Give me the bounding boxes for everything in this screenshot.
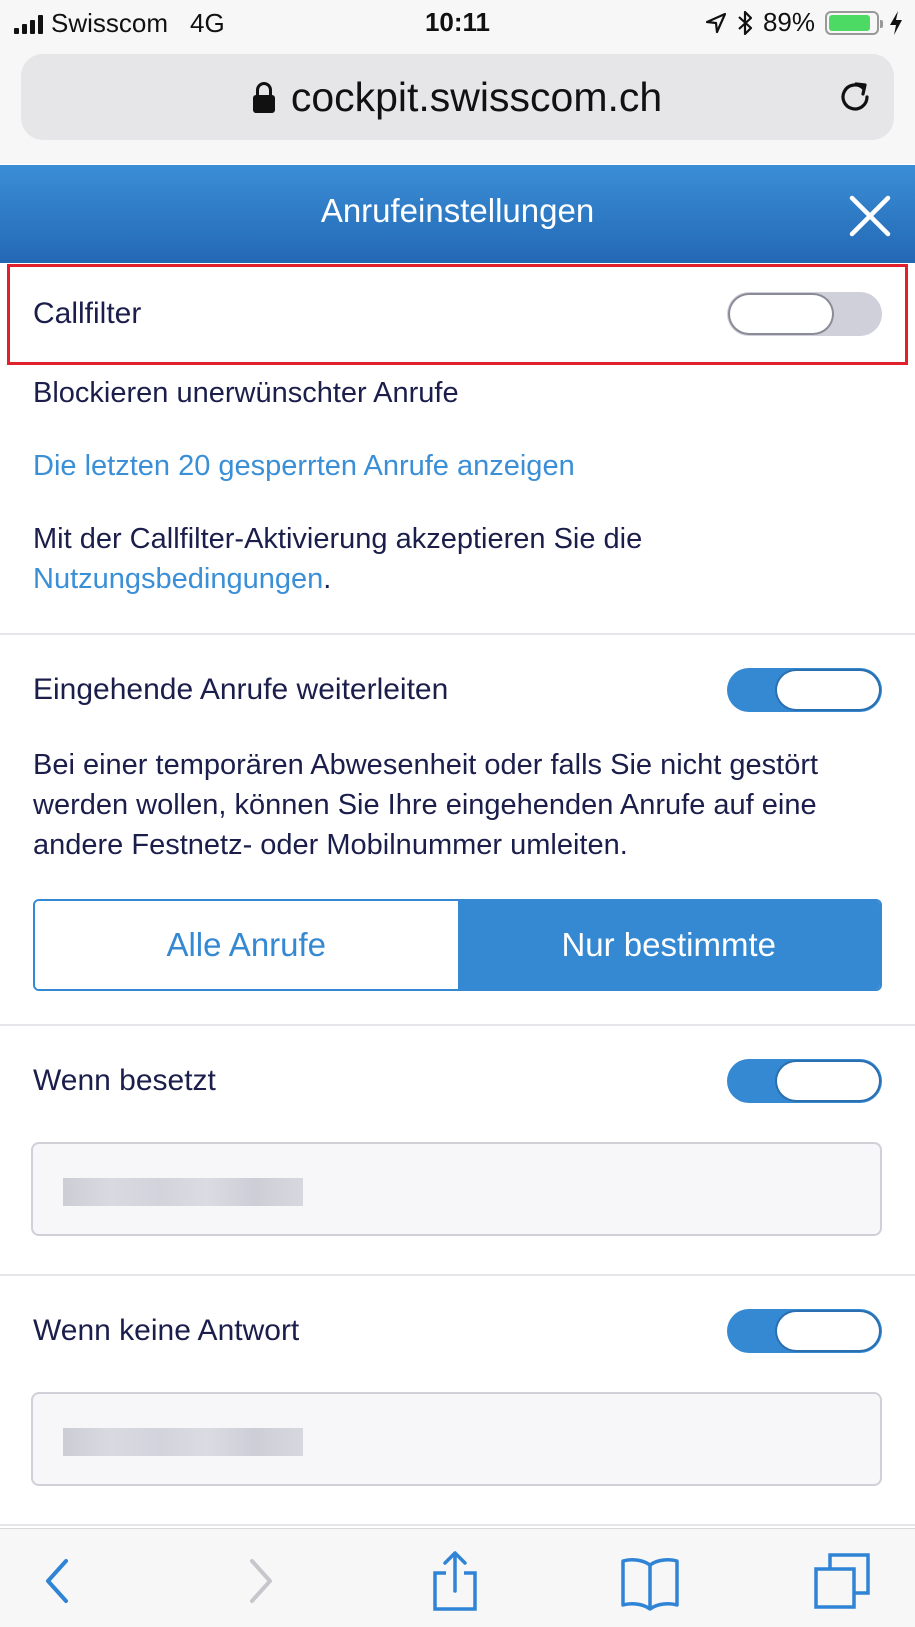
divider xyxy=(0,1274,915,1276)
forwarding-label: Eingehende Anrufe weiterleiten xyxy=(33,673,449,706)
when-no-answer-row: Wenn keine Antwort xyxy=(33,1309,882,1353)
url-bar[interactable]: cockpit.swisscom.ch xyxy=(21,54,894,140)
url-text: cockpit.swisscom.ch xyxy=(290,74,663,120)
lock-icon xyxy=(252,82,275,113)
when-busy-number-field[interactable] xyxy=(31,1142,882,1236)
page-title: Anrufeinstellungen xyxy=(320,192,595,229)
toggle-knob xyxy=(777,1312,879,1350)
toggle-knob xyxy=(777,1062,879,1100)
status-right: 89% xyxy=(705,7,903,38)
bluetooth-icon xyxy=(738,10,753,35)
charging-icon xyxy=(890,10,902,35)
when-no-answer-label: Wenn keine Antwort xyxy=(33,1314,300,1347)
terms-suffix: . xyxy=(323,563,332,595)
browser-url-area: cockpit.swisscom.ch xyxy=(0,46,915,164)
bookmarks-icon[interactable] xyxy=(620,1551,680,1611)
terms-prefix: Mit der Callfilter-Aktivierung akzeptier… xyxy=(33,523,643,555)
reload-icon[interactable] xyxy=(836,78,874,116)
forwarding-toggle[interactable] xyxy=(727,668,882,712)
callfilter-row: Callfilter xyxy=(33,292,882,336)
forwarding-description: Bei einer temporären Abwesenheit oder fa… xyxy=(33,749,819,861)
option-specific-calls[interactable]: Nur bestimmte xyxy=(457,901,880,989)
blocked-calls-link[interactable]: Die letzten 20 gesperrten Anrufe anzeige… xyxy=(33,446,885,486)
option-all-calls[interactable]: Alle Anrufe xyxy=(35,901,458,989)
terms-link[interactable]: Nutzungsbedingungen xyxy=(33,563,323,595)
callfilter-label: Callfilter xyxy=(33,297,142,330)
redacted-number xyxy=(63,1178,303,1206)
callfilter-terms-text: Mit der Callfilter-Aktivierung akzeptier… xyxy=(33,519,885,599)
browser-toolbar xyxy=(0,1528,915,1627)
when-no-answer-number-field[interactable] xyxy=(31,1392,882,1486)
forwarding-row: Eingehende Anrufe weiterleiten xyxy=(33,668,882,712)
forward-icon[interactable] xyxy=(230,1551,290,1611)
when-busy-toggle[interactable] xyxy=(727,1059,882,1103)
forwarding-mode-selector: Alle Anrufe Nur bestimmte xyxy=(33,899,882,991)
divider xyxy=(0,633,915,635)
back-icon[interactable] xyxy=(28,1551,88,1611)
page-header: Anrufeinstellungen xyxy=(0,165,915,263)
share-icon[interactable] xyxy=(425,1551,485,1611)
battery-fill xyxy=(829,14,870,31)
close-icon[interactable] xyxy=(849,195,891,237)
toggle-knob xyxy=(730,295,832,333)
callfilter-description: Blockieren unerwünschter Anrufe xyxy=(33,377,459,409)
redacted-number xyxy=(63,1428,303,1456)
divider xyxy=(0,1524,915,1526)
callfilter-toggle[interactable] xyxy=(727,292,882,336)
when-no-answer-toggle[interactable] xyxy=(727,1309,882,1353)
toggle-knob xyxy=(777,671,879,709)
status-bar: Swisscom 4G 10:11 89% xyxy=(0,0,915,46)
divider xyxy=(0,1024,915,1026)
location-icon xyxy=(705,12,727,33)
url-display[interactable]: cockpit.swisscom.ch xyxy=(21,74,894,121)
when-busy-label: Wenn besetzt xyxy=(33,1064,216,1097)
tabs-icon[interactable] xyxy=(812,1551,872,1611)
when-busy-row: Wenn besetzt xyxy=(33,1059,882,1103)
battery-percent: 89% xyxy=(762,7,815,37)
battery-icon xyxy=(825,10,883,35)
